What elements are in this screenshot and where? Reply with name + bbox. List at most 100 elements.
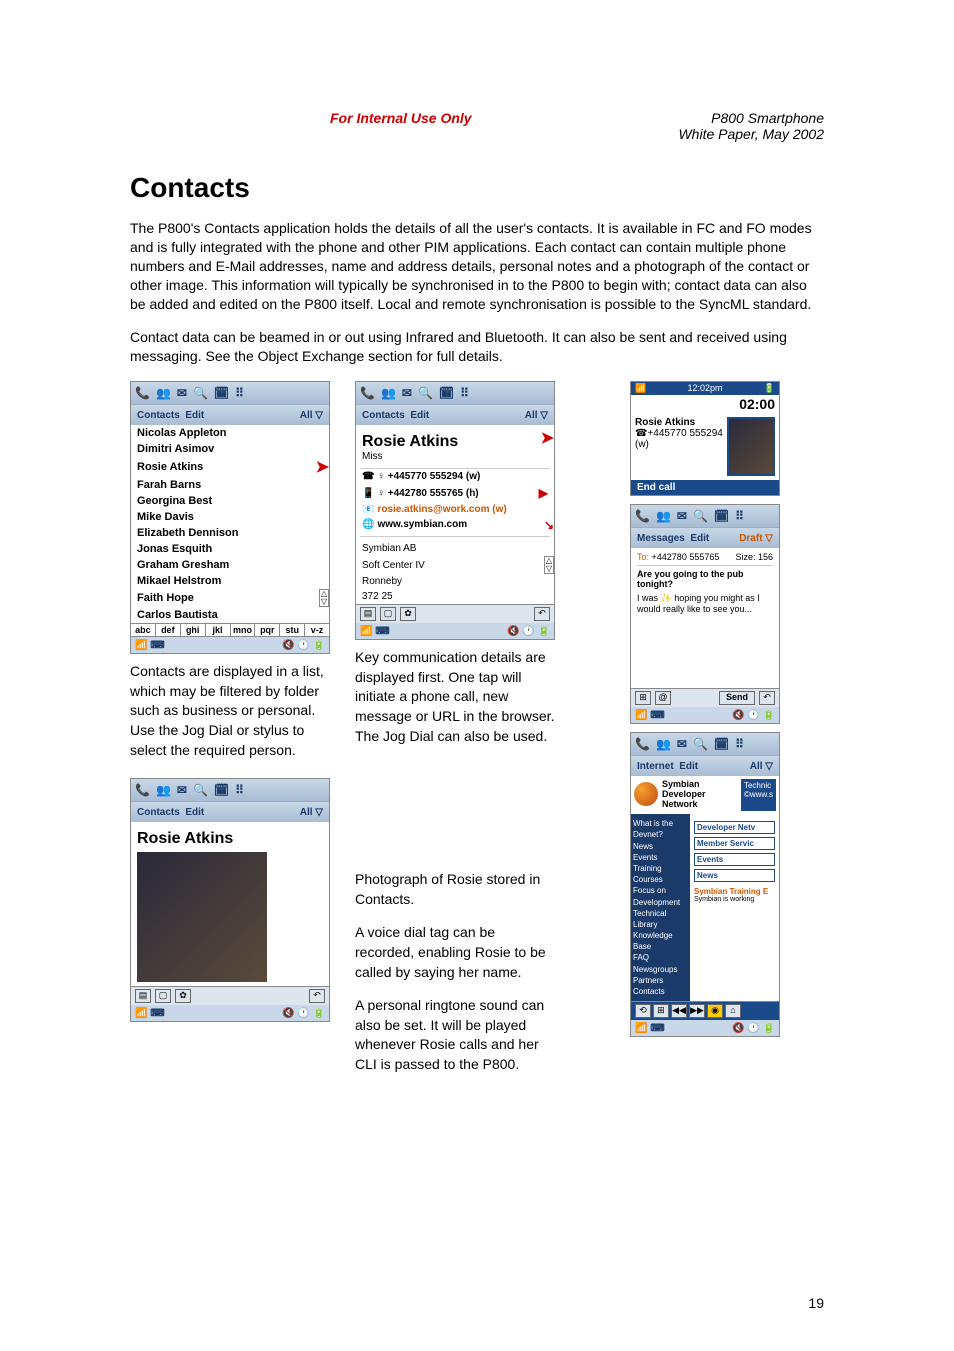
page-number: 19	[808, 1295, 824, 1311]
menu-contacts[interactable]: Contacts	[137, 410, 180, 421]
internal-use-label: For Internal Use Only	[130, 110, 472, 142]
arrow-icon: ↘	[544, 518, 554, 532]
phone-home[interactable]: 📱 ♀+442780 555765 (h) ▶	[356, 484, 554, 502]
arrow-icon: ➤	[541, 428, 554, 448]
scroll-handle[interactable]: △▽	[544, 556, 554, 574]
home-icon[interactable]: ⌂	[725, 1004, 741, 1018]
nav-back-icon[interactable]: ◀◀	[671, 1004, 687, 1018]
filter-draft[interactable]: Draft ▽	[739, 533, 773, 544]
screenshot-contact-list: 📞 👥 ✉ 🔍 🗓 ⠿ Contacts Edit All ▽ Nicolas …	[130, 381, 330, 654]
search-icon: 🔍	[193, 387, 208, 399]
list-item[interactable]: Mikael Helstrom	[131, 573, 329, 589]
url[interactable]: 🌐www.symbian.com	[356, 517, 544, 532]
msg-size: Size: 156	[735, 552, 773, 562]
scroll-handle[interactable]: △▽	[319, 589, 329, 607]
menu-edit[interactable]: Edit	[690, 533, 709, 544]
menu-edit[interactable]: Edit	[185, 807, 204, 818]
nav-icon[interactable]: ⟲	[635, 1004, 651, 1018]
call-duration: 02:00	[631, 395, 779, 413]
web-sidebar[interactable]: What is the Devnet?NewsEvents Training C…	[631, 814, 690, 1001]
call-name: Rosie Atkins	[635, 417, 727, 428]
filter-all[interactable]: All ▽	[525, 410, 548, 421]
nav-icon[interactable]: ⊞	[653, 1004, 669, 1018]
at-icon[interactable]: @	[655, 691, 671, 705]
back-icon[interactable]: ↶	[309, 989, 325, 1003]
list-item[interactable]: Mike Davis	[131, 509, 329, 525]
list-item[interactable]: Faith Hope	[131, 590, 319, 606]
menu-edit[interactable]: Edit	[410, 410, 429, 421]
image-icon[interactable]: ✿	[400, 607, 416, 621]
end-call-button[interactable]: End call	[631, 480, 779, 495]
apps-icon: ⠿	[235, 387, 244, 399]
alpha-filter[interactable]: abcdefghijklmnopqrstuv-z	[131, 623, 329, 637]
menu-messages[interactable]: Messages	[637, 533, 685, 544]
back-icon[interactable]: ↶	[759, 691, 775, 705]
list-item[interactable]: Dimitri Asimov	[131, 441, 329, 457]
list-item[interactable]: Elizabeth Dennison	[131, 525, 329, 541]
web-link[interactable]: Member Servic	[694, 837, 775, 850]
view-list-icon[interactable]: ▤	[135, 989, 151, 1003]
address-line: Ronneby	[356, 574, 554, 589]
layout-icon[interactable]: ⊞	[635, 691, 651, 705]
battery-icon: 🔋	[764, 383, 775, 394]
caption-detail: Key communication details are displayed …	[355, 648, 555, 746]
web-link[interactable]: Events	[694, 853, 775, 866]
list-item[interactable]: Graham Gresham	[131, 557, 329, 573]
list-item[interactable]: Farah Barns	[131, 477, 329, 493]
nav-fwd-icon[interactable]: ▶▶	[689, 1004, 705, 1018]
calendar-icon: 🗓	[214, 387, 229, 399]
note-icon[interactable]: ▢	[380, 607, 396, 621]
contact-photo	[137, 852, 267, 982]
email-work[interactable]: 📧rosie.atkins@work.com (w)	[356, 502, 554, 517]
screenshot-message: 📞👥✉🔍🗓⠿ Messages Edit Draft ▽ To: +442780…	[630, 504, 780, 724]
list-item[interactable]: Jonas Esquith	[131, 541, 329, 557]
status-icons: 🔇 🕐 🔋	[282, 640, 325, 651]
to-number: +442780 555765	[652, 552, 720, 562]
list-item[interactable]: Nicolas Appleton	[131, 425, 329, 441]
menu-internet[interactable]: Internet	[637, 761, 674, 772]
menu-edit[interactable]: Edit	[679, 761, 698, 772]
contacts-icon: 👥	[156, 387, 171, 399]
phone-work[interactable]: ☎ ♀+445770 555294 (w)	[356, 469, 554, 484]
image-icon[interactable]: ✿	[175, 989, 191, 1003]
menu-contacts[interactable]: Contacts	[137, 807, 180, 818]
view-list-icon[interactable]: ▤	[360, 607, 376, 621]
web-status: Symbian is working	[694, 896, 775, 903]
honorific: Miss	[356, 451, 554, 468]
web-link[interactable]: Symbian Training E	[694, 887, 775, 896]
msg-line: I was ✨ hoping you might as I would real…	[637, 593, 773, 614]
screenshot-call: 📶 12:02pm 🔋 02:00 Rosie Atkins ☎+445770 …	[630, 381, 780, 496]
mail-icon: ✉	[177, 387, 187, 399]
send-button[interactable]: Send	[719, 691, 755, 705]
call-photo	[727, 417, 775, 476]
back-icon[interactable]: ↶	[534, 607, 550, 621]
intro-paragraph-1: The P800's Contacts application holds th…	[130, 219, 824, 313]
caption-photo-2: A voice dial tag can be recorded, enabli…	[355, 923, 555, 982]
note-icon[interactable]: ▢	[155, 989, 171, 1003]
filter-all[interactable]: All ▽	[300, 807, 323, 818]
caption-photo-3: A personal ringtone sound can also be se…	[355, 996, 555, 1074]
filter-all[interactable]: All ▽	[750, 761, 773, 772]
call-number: ☎+445770 555294 (w)	[635, 428, 727, 450]
intro-paragraph-2: Contact data can be beamed in or out usi…	[130, 328, 824, 366]
list-item[interactable]: Carlos Bautista	[131, 607, 329, 623]
caption-list: Contacts are displayed in a list, which …	[130, 662, 330, 760]
contact-name: Rosie Atkins	[131, 822, 329, 848]
contact-name: Rosie Atkins	[356, 425, 541, 451]
to-label: To:	[637, 552, 649, 562]
caption-photo-1: Photograph of Rosie stored in Contacts.	[355, 870, 555, 909]
menu-edit[interactable]: Edit	[185, 410, 204, 421]
globe-icon	[634, 782, 658, 806]
filter-all[interactable]: All ▽	[300, 410, 323, 421]
address-line: Soft Center IV	[356, 558, 544, 573]
web-link[interactable]: Developer Netv	[694, 821, 775, 834]
web-link[interactable]: News	[694, 869, 775, 882]
list-item[interactable]: Georgina Best	[131, 493, 329, 509]
address-line: Symbian AB	[356, 541, 554, 556]
product-name: P800 Smartphone	[678, 110, 824, 126]
list-item[interactable]: Rosie Atkins	[131, 459, 316, 475]
signal-icon: 📶	[635, 383, 646, 394]
phone-icon: 📞	[135, 387, 150, 399]
stop-icon[interactable]: ◉	[707, 1004, 723, 1018]
menu-contacts[interactable]: Contacts	[362, 410, 405, 421]
